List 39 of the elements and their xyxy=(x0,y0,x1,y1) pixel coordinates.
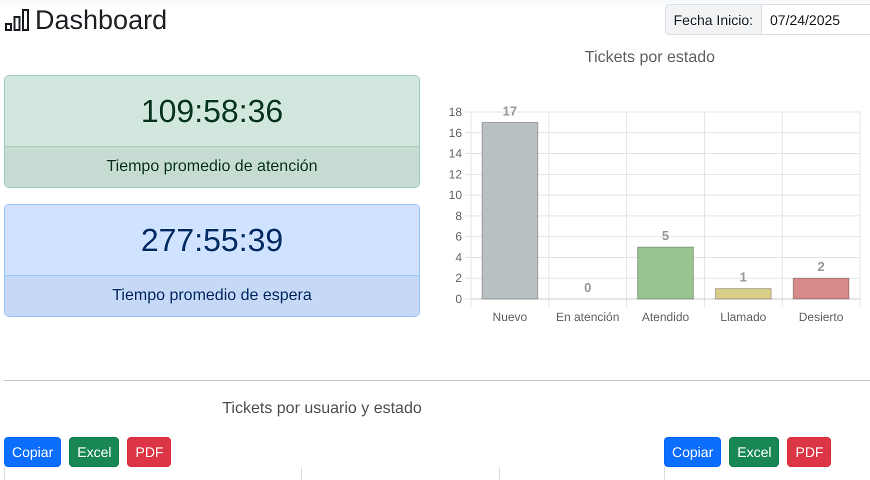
data-label: 0 xyxy=(584,280,592,295)
category-label: Nuevo xyxy=(492,310,528,324)
pdf-button[interactable]: PDF xyxy=(127,437,172,467)
category-label: Llamado xyxy=(720,310,766,324)
copy-button[interactable]: Copiar xyxy=(664,437,722,467)
stat-value: 277:55:39 xyxy=(140,220,284,260)
stat-label: Tiempo promedio de atención xyxy=(5,146,419,187)
excel-button[interactable]: Excel xyxy=(729,437,780,467)
date-field[interactable]: 07/24/2025 xyxy=(762,4,870,35)
axis-tick-label: 4 xyxy=(455,250,462,264)
table-title: Tickets por usuario y estado xyxy=(221,399,423,419)
chart-icon xyxy=(5,9,29,31)
bar xyxy=(637,246,694,300)
bar xyxy=(792,278,850,300)
pdf-button[interactable]: PDF xyxy=(787,437,832,467)
stat-value: 109:58:36 xyxy=(140,92,284,130)
axis-tick-label: 16 xyxy=(448,126,462,140)
axis-tick-label: 12 xyxy=(448,167,462,182)
axis-tick-label: 8 xyxy=(455,208,462,223)
data-label: 1 xyxy=(740,270,747,285)
date-label: Fecha Inicio: xyxy=(664,4,762,35)
category-label: Desierto xyxy=(798,310,844,324)
data-label: 5 xyxy=(662,228,670,244)
axis-tick-label: 2 xyxy=(455,271,462,286)
axis-tick-label: 0 xyxy=(455,292,462,306)
category-label: Atendido xyxy=(642,310,690,324)
axis-tick-label: 6 xyxy=(455,230,462,244)
axis-tick-label: 10 xyxy=(448,188,462,202)
data-label: 2 xyxy=(817,259,825,274)
stat-label: Tiempo promedio de espera xyxy=(5,275,419,316)
data-label: 17 xyxy=(502,103,518,118)
chart-title: Tickets por estado xyxy=(584,49,716,68)
axis-tick-label: 14 xyxy=(448,146,462,161)
axis-tick-label: 18 xyxy=(448,105,462,119)
category-label: En atención xyxy=(556,310,620,324)
page-title: Dashboard xyxy=(35,4,168,36)
excel-button[interactable]: Excel xyxy=(69,437,120,467)
bar xyxy=(714,288,772,300)
copy-button[interactable]: Copiar xyxy=(4,437,62,467)
